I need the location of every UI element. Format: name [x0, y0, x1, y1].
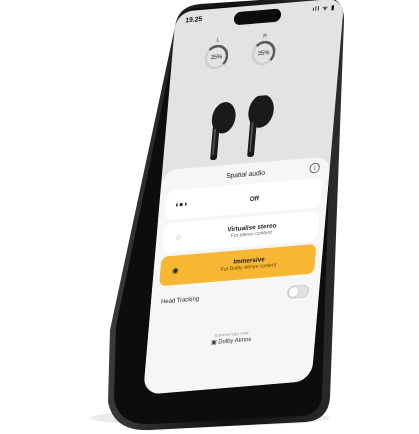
- phone-screen: 19.25 ıll ᯤ ▮ L 35% R 35% Spatial audio …: [143, 0, 345, 395]
- head-tracking-row: Head Tracking: [157, 280, 314, 314]
- phone-mockup: 19.25 ıll ᯤ ▮ L 35% R 35% Spatial audio …: [0, 0, 419, 434]
- dolby-atmos-badge: SUPPORTED FOR ▣ Dolby Atmos: [147, 325, 316, 351]
- battery-left-percent: 35%: [210, 53, 223, 61]
- toggle-knob: [288, 286, 299, 298]
- head-tracking-toggle[interactable]: [286, 284, 310, 300]
- immersive-icon: ◉: [171, 265, 180, 275]
- option-off-title: Off: [249, 194, 260, 203]
- battery-right: R 35%: [248, 33, 280, 74]
- earbuds-image: [210, 94, 274, 161]
- battery-left: L 35%: [200, 37, 232, 78]
- status-time: 19.25: [184, 14, 203, 25]
- battery-left-ring: 35%: [203, 43, 230, 71]
- head-tracking-label: Head Tracking: [160, 295, 200, 306]
- virtualise-icon: ◌: [175, 232, 181, 242]
- status-icons: ıll ᯤ ▮: [312, 4, 336, 13]
- battery-right-percent: 35%: [257, 49, 270, 58]
- stereo-off-icon: ◖●◗: [174, 199, 189, 210]
- battery-left-label: L: [216, 37, 220, 44]
- dynamic-island: [233, 8, 282, 26]
- battery-right-ring: 35%: [250, 39, 277, 67]
- spatial-audio-sheet: Spatial audio i ◖●◗ Off ◌ Virtualise ste…: [143, 156, 331, 395]
- battery-right-label: R: [262, 33, 268, 40]
